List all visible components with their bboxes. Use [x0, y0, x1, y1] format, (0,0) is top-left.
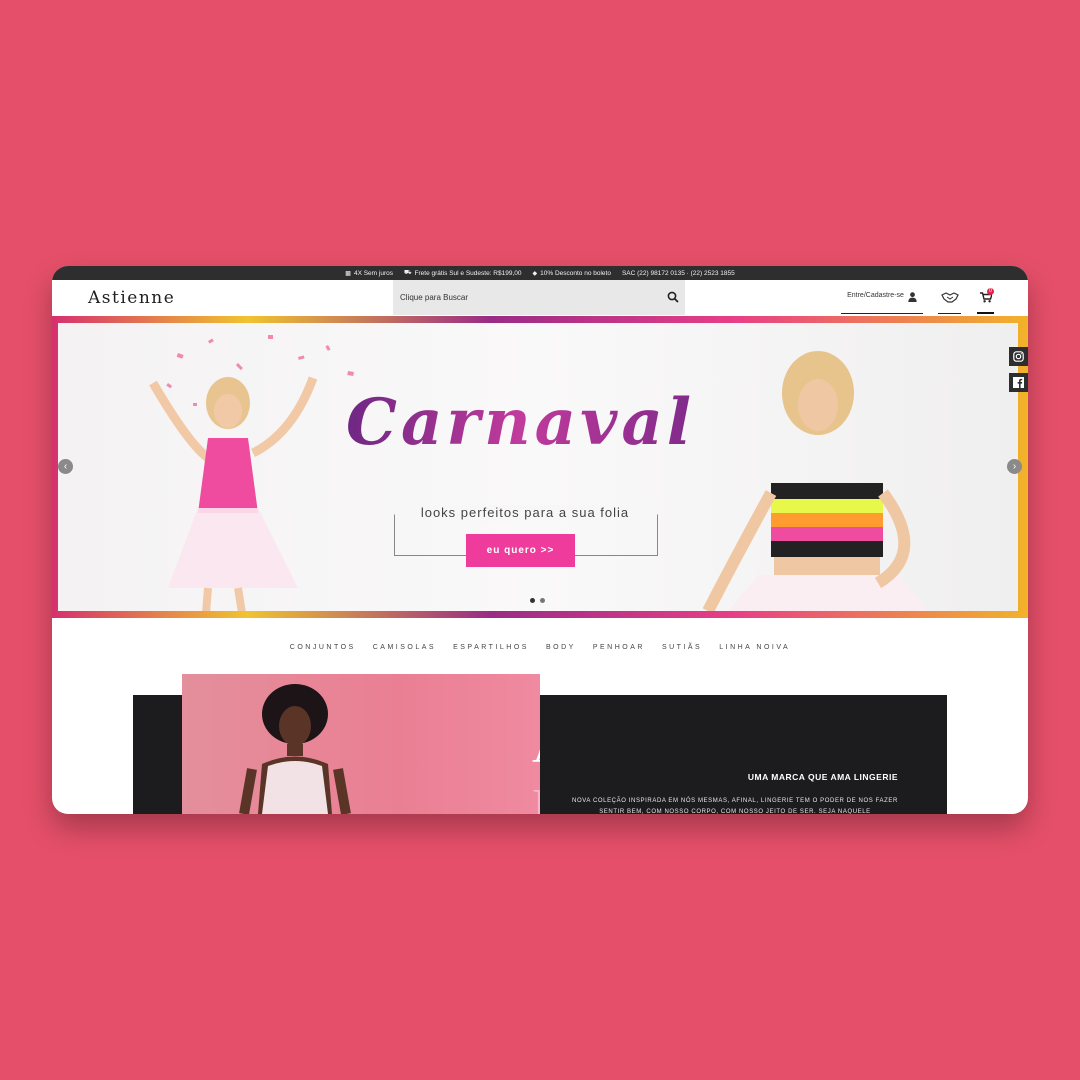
- promo-image[interactable]: AMO LIN: [182, 674, 540, 814]
- cart-button[interactable]: 0: [977, 288, 994, 314]
- hero-subtitle: looks perfeitos para a sua folia: [398, 505, 652, 520]
- instagram-icon: [1013, 351, 1024, 362]
- credit-card-icon: ▩: [345, 270, 351, 277]
- facebook-icon: [1013, 377, 1024, 388]
- site-logo[interactable]: Astienne: [88, 288, 175, 308]
- hero-banner[interactable]: Carnaval looks perfeitos para a sua foli…: [52, 316, 1028, 618]
- installments-text: 4X Sem juros: [353, 269, 393, 277]
- promo-model-illustration: [239, 684, 351, 814]
- instagram-button[interactable]: [1009, 347, 1028, 366]
- browser-frame: ▩ 4X Sem juros ⛟ Frete grátis Sul e Sude…: [52, 266, 1028, 814]
- category-camisolas[interactable]: CAMISOLAS: [373, 644, 436, 651]
- hero-dot-1[interactable]: [530, 598, 535, 603]
- promo-image-text-1: AMO: [532, 716, 540, 776]
- category-sutias[interactable]: SUTIÃS: [662, 644, 702, 651]
- discount-info: ◆ 10% Desconto no boleto: [533, 270, 611, 277]
- account-link[interactable]: Entre/Cadastre-se: [841, 288, 923, 314]
- hero-dot-2[interactable]: [540, 598, 545, 603]
- sac-text: SAC (22) 98172 0135 · (22) 2523 1855: [621, 269, 735, 277]
- shipping-text: Frete grátis Sul e Sudeste: R$199,00: [414, 269, 522, 277]
- category-linha-noiva[interactable]: LINHA NOIVA: [719, 644, 790, 651]
- account-label: Entre/Cadastre-se: [847, 292, 904, 299]
- discount-text: 10% Desconto no boleto: [540, 269, 611, 277]
- hero-title: Carnaval: [346, 385, 696, 460]
- shipping-info: ⛟ Frete grátis Sul e Sudeste: R$199,00: [404, 269, 522, 277]
- hero-slide: Carnaval looks perfeitos para a sua foli…: [58, 323, 1018, 611]
- brand-description: NOVA COLEÇÃO INSPIRADA EM NÓS MESMAS, AF…: [572, 798, 898, 814]
- top-info-bar: ▩ 4X Sem juros ⛟ Frete grátis Sul e Sude…: [52, 266, 1028, 280]
- facebook-button[interactable]: [1009, 373, 1028, 392]
- tag-icon: ◆: [532, 270, 538, 277]
- truck-icon: ⛟: [403, 270, 412, 276]
- chevron-right-icon: ›: [1012, 461, 1017, 472]
- search-icon[interactable]: [667, 291, 679, 303]
- handshake-button[interactable]: [938, 288, 961, 314]
- category-conjuntos[interactable]: CONJUNTOS: [290, 644, 356, 651]
- category-body[interactable]: BODY: [546, 644, 576, 651]
- chevron-left-icon: ‹: [63, 461, 68, 472]
- promo-image-text-2: LIN: [532, 778, 540, 814]
- brand-title: UMA MARCA QUE AMA LINGERIE: [747, 772, 898, 782]
- user-icon: [908, 292, 917, 302]
- search-input[interactable]: [393, 292, 652, 303]
- handshake-icon: [940, 292, 959, 303]
- search-bar: [393, 280, 685, 315]
- category-nav: CONJUNTOS CAMISOLAS ESPARTILHOS BODY PEN…: [52, 644, 1028, 651]
- hero-next-arrow[interactable]: ›: [1007, 459, 1022, 474]
- cart-count-badge: 0: [987, 288, 994, 295]
- hero-models-illustration: [149, 335, 928, 611]
- hero-cta-button[interactable]: eu quero >>: [466, 534, 575, 567]
- installments-info: ▩ 4X Sem juros: [345, 270, 393, 277]
- sac-info: SAC (22) 98172 0135 · (22) 2523 1855: [622, 270, 735, 277]
- category-espartilhos[interactable]: ESPARTILHOS: [453, 644, 529, 651]
- hero-prev-arrow[interactable]: ‹: [58, 459, 73, 474]
- site-header: Astienne Entre/Cadastre-se: [52, 280, 1028, 316]
- category-penhoar[interactable]: PENHOAR: [593, 644, 645, 651]
- hero-pagination: [530, 598, 545, 603]
